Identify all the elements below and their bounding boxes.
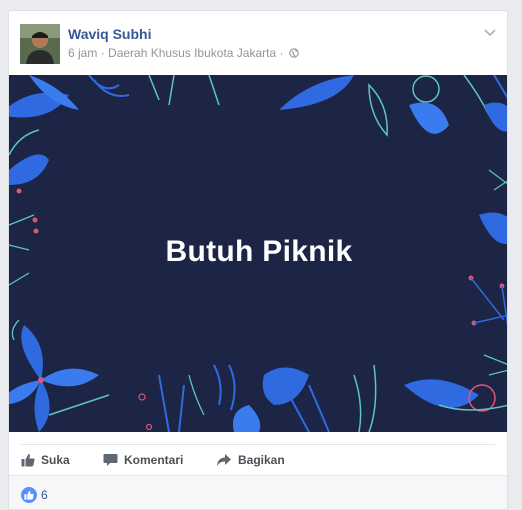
comment-icon — [103, 454, 118, 466]
actions-divider — [21, 444, 495, 445]
share-label: Bagikan — [238, 453, 285, 467]
meta-separator: · — [100, 46, 105, 60]
comment-label: Komentari — [124, 453, 184, 467]
avatar[interactable] — [20, 24, 60, 64]
share-button[interactable]: Bagikan — [216, 452, 285, 468]
post-time[interactable]: 6 jam — [68, 46, 97, 60]
post-background-image[interactable]: Butuh Piknik — [9, 75, 507, 432]
post-actions-bar: Suka Komentari Bagikan — [9, 432, 507, 475]
post-card: Waviq Subhi 6 jam · Daerah Khusus Ibukot… — [8, 10, 508, 510]
like-button[interactable]: Suka — [21, 452, 70, 468]
post-location[interactable]: Daerah Khusus Ibukota Jakarta — [108, 46, 276, 60]
post-text: Butuh Piknik — [165, 235, 353, 268]
globe-icon[interactable] — [289, 47, 299, 61]
comment-button[interactable]: Komentari — [103, 452, 183, 468]
author-name[interactable]: Waviq Subhi — [68, 26, 151, 42]
chevron-down-icon[interactable] — [483, 25, 497, 37]
post-header: Waviq Subhi 6 jam · Daerah Khusus Ibukot… — [9, 11, 507, 75]
reaction-count[interactable]: 6 — [41, 488, 48, 502]
post-meta: 6 jam · Daerah Khusus Ibukota Jakarta · — [68, 46, 299, 61]
like-label: Suka — [41, 453, 70, 467]
like-icon[interactable] — [21, 487, 37, 503]
thumbs-up-icon — [21, 454, 35, 467]
share-icon — [217, 454, 231, 466]
meta-separator: · — [279, 46, 284, 60]
